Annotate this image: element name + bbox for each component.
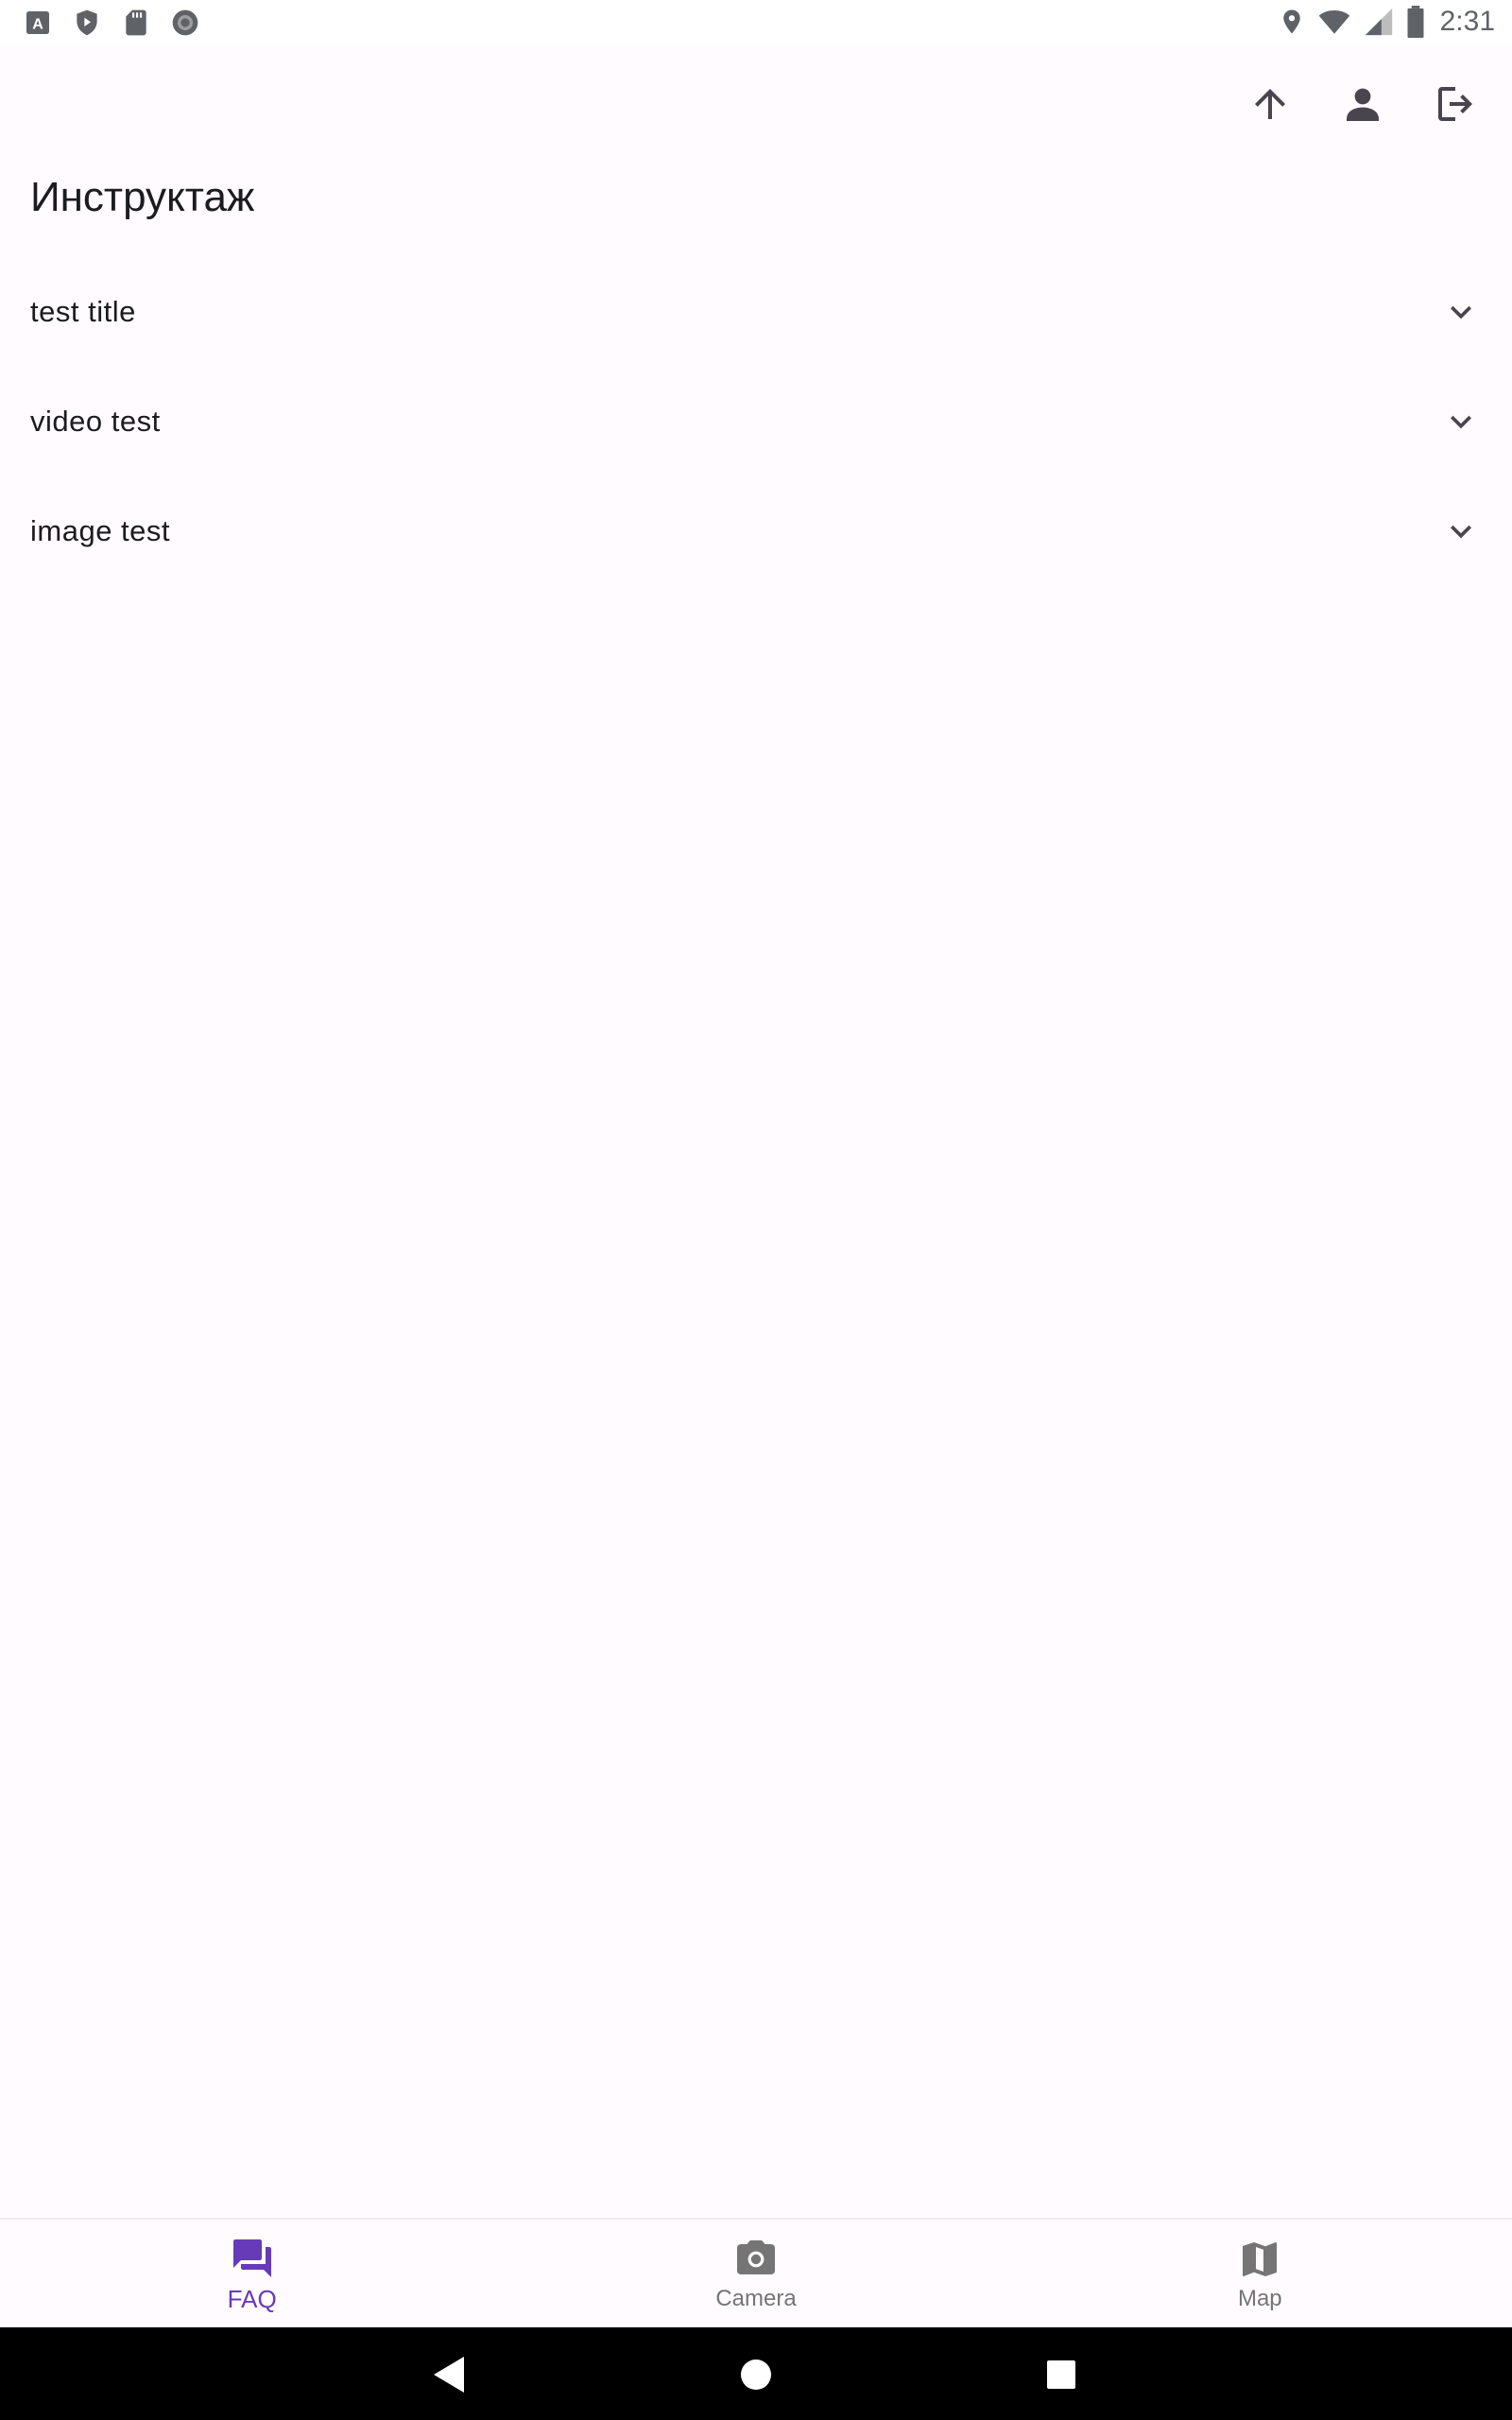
chevron-down-icon[interactable] bbox=[1440, 291, 1482, 333]
shield-play-icon bbox=[77, 9, 97, 36]
camera-icon bbox=[736, 2240, 775, 2274]
system-navigation-bar bbox=[0, 2327, 1512, 2420]
faq-item-video-test[interactable]: video test bbox=[0, 367, 1512, 476]
faq-list: test title video test image test bbox=[0, 257, 1512, 586]
map-icon bbox=[1243, 2242, 1278, 2276]
arrow-up-icon bbox=[1255, 89, 1285, 119]
nav-item-faq[interactable]: FAQ bbox=[0, 2220, 504, 2329]
upload-button[interactable] bbox=[1232, 66, 1308, 142]
status-right-icons: 2:31 bbox=[1278, 6, 1495, 38]
forum-icon bbox=[232, 2238, 271, 2277]
status-time: 2:31 bbox=[1439, 6, 1495, 37]
nav-label-faq: FAQ bbox=[227, 2284, 277, 2313]
svg-text:A: A bbox=[32, 17, 43, 33]
profile-button[interactable] bbox=[1325, 66, 1400, 142]
app-screen: A 2:31 Инструктаж test title video test … bbox=[0, 0, 1512, 2420]
bottom-navigation: FAQ Camera Map bbox=[0, 2218, 1512, 2329]
chevron-down-icon[interactable] bbox=[1440, 401, 1482, 442]
faq-item-label: image test bbox=[30, 514, 171, 547]
nav-label-camera: Camera bbox=[715, 2286, 797, 2311]
faq-item-label: video test bbox=[30, 405, 161, 438]
faq-item-label: test title bbox=[30, 295, 136, 328]
nav-item-map[interactable]: Map bbox=[1008, 2220, 1512, 2329]
faq-item-image-test[interactable]: image test bbox=[0, 476, 1512, 586]
home-icon[interactable] bbox=[728, 2346, 784, 2403]
chevron-down-icon[interactable] bbox=[1440, 510, 1482, 552]
person-icon bbox=[1347, 88, 1379, 121]
app-bar bbox=[0, 57, 1512, 142]
signal-icon bbox=[1365, 8, 1392, 36]
wifi-icon bbox=[1318, 9, 1349, 34]
record-icon bbox=[172, 9, 198, 36]
faq-item-test-title[interactable]: test title bbox=[0, 257, 1512, 367]
nav-item-camera[interactable]: Camera bbox=[504, 2220, 1007, 2329]
back-icon[interactable] bbox=[421, 2346, 478, 2403]
battery-icon bbox=[1407, 6, 1424, 38]
sd-card-icon bbox=[126, 9, 146, 36]
logout-button[interactable] bbox=[1418, 66, 1493, 142]
app-a-icon: A bbox=[26, 11, 49, 34]
app-bar-actions bbox=[1232, 66, 1512, 142]
logout-icon bbox=[1438, 87, 1472, 121]
status-left-icons: A bbox=[21, 8, 202, 38]
status-bar: A 2:31 bbox=[0, 0, 1512, 46]
recents-icon[interactable] bbox=[1033, 2346, 1090, 2403]
location-icon bbox=[1282, 9, 1300, 34]
page-title: Инструктаж bbox=[30, 174, 255, 220]
nav-label-map: Map bbox=[1237, 2286, 1282, 2311]
